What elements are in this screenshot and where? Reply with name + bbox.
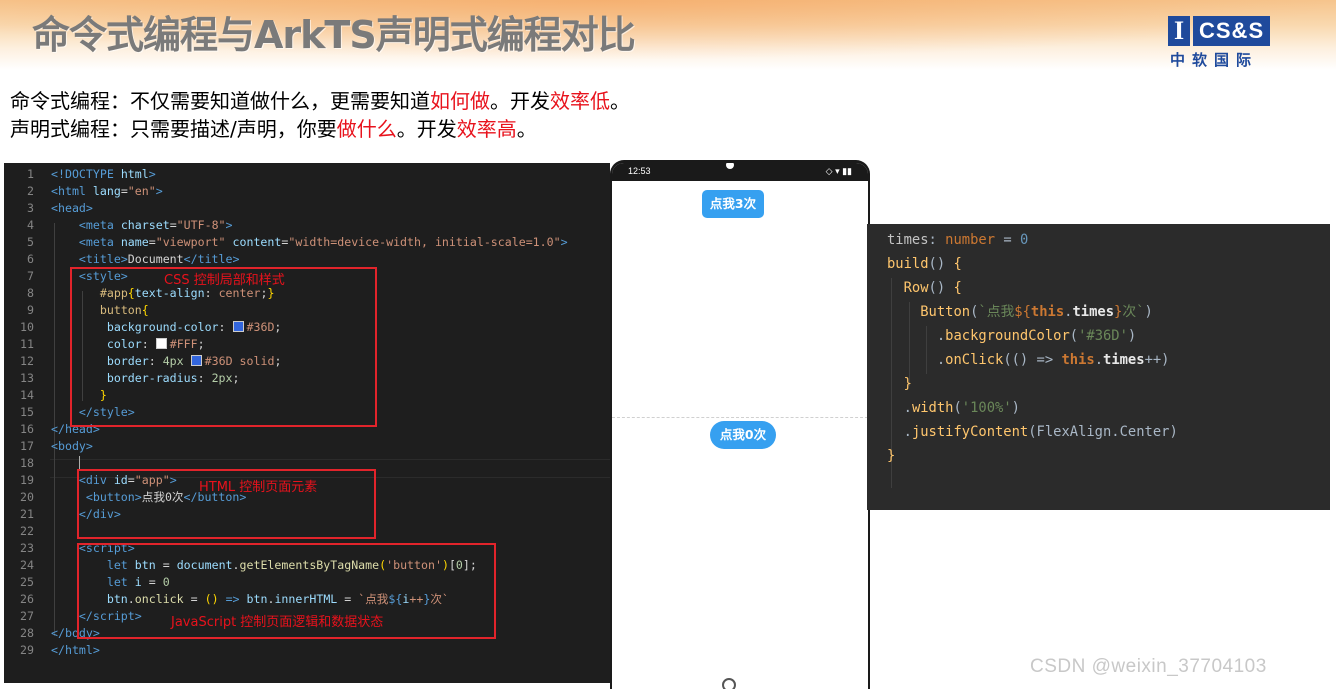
code-line: <body> [51, 439, 93, 453]
status-time: 12:53 [628, 166, 651, 176]
code-line: <meta name="viewport" content="width=dev… [78, 235, 568, 249]
code-line: <!DOCTYPE html> [51, 167, 156, 181]
status-icons: ◇ ▾ ▮▮ [825, 166, 852, 176]
code-line: <title>Document</title> [78, 252, 240, 266]
code-line: <html lang="en"> [51, 184, 163, 198]
intro-text: 。开发 [396, 117, 457, 141]
arkts-line: build() { [887, 256, 962, 272]
logo-mark: I CS&S [1168, 16, 1271, 46]
logo-chinese: 中软国际 [1170, 51, 1259, 69]
code-line: </html> [51, 643, 100, 657]
js-annotation: JavaScript 控制页面逻辑和数据状态 [171, 615, 384, 630]
css-highlight-box [70, 267, 377, 427]
arkts-line: .backgroundColor('#36D') [936, 328, 1137, 344]
intro-highlight: 效率低 [550, 89, 610, 113]
code-line [51, 455, 80, 472]
watermark: CSDN @weixin_37704103 [1030, 656, 1267, 677]
arkts-line: Button(`点我${this.times}次`) [920, 304, 1153, 320]
code-line: <meta charset="UTF-8"> [78, 218, 233, 232]
intro-highlight: 做什么 [336, 117, 397, 141]
intro-text: 。开发 [490, 89, 550, 113]
arkts-line: Row() { [903, 280, 962, 296]
page-title: 命令式编程与ArkTS声明式编程对比 [32, 13, 636, 57]
arkts-line: .onClick(() => this.times++) [936, 352, 1170, 368]
arkts-line: times: number = 0 [887, 232, 1029, 248]
logo-brand: CS&S [1193, 16, 1271, 46]
arkts-line: } [887, 448, 896, 464]
status-bar: 12:53 ◇ ▾ ▮▮ [612, 163, 868, 181]
intro-line-declarative: 声明式编程：只需要描述/声明，你要做什么。开发效率高。 [10, 113, 537, 142]
css-annotation: CSS 控制局部和样式 [164, 273, 285, 288]
preview-divider [612, 417, 868, 418]
phone-preview: 12:53 ◇ ▾ ▮▮ 点我3次 点我0次 [610, 160, 870, 689]
intro-highlight: 效率高 [456, 117, 517, 141]
arkts-code-editor: times: number = 0 build() { Row() { Butt… [867, 224, 1330, 510]
arkts-line: } [903, 376, 912, 392]
html-annotation: HTML 控制页面元素 [199, 480, 318, 495]
intro-text: 声明式编程：只需要描述/声明，你要 [10, 117, 337, 141]
code-line: <head> [51, 201, 93, 215]
logo-i: I [1168, 16, 1190, 46]
arkts-line: .width('100%') [903, 400, 1020, 416]
company-logo: I CS&S 中软国际 [1168, 16, 1271, 70]
intro-line-imperative: 命令式编程：不仅需要知道做什么，更需要知道如何做。开发效率低。 [10, 85, 630, 114]
intro-text: 。 [516, 117, 537, 141]
click-counter-button-arkts[interactable]: 点我3次 [702, 190, 764, 218]
click-counter-button-html[interactable]: 点我0次 [710, 421, 776, 449]
intro-text: 。 [610, 89, 630, 113]
home-indicator [722, 678, 736, 689]
html-code-editor: 1 2 3 4 5 6 7 8 9 10 11 12 13 14 15 16 17 18 19 20 21 22 23 24 2… [4, 163, 610, 683]
intro-text: 命令式编程：不仅需要知道做什么，更需要知道 [10, 89, 430, 113]
arkts-line: .justifyContent(FlexAlign.Center) [903, 424, 1178, 440]
intro-highlight: 如何做 [430, 89, 490, 113]
